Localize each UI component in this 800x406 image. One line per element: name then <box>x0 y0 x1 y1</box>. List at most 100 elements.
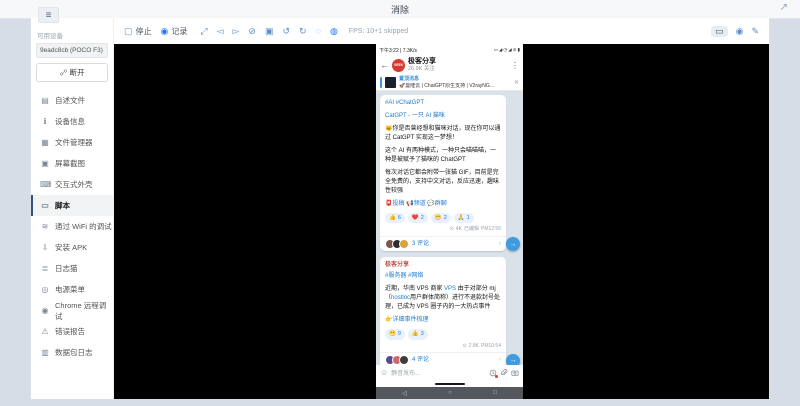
sidebar-item-4[interactable]: ⌨交互式外壳 <box>31 174 113 195</box>
rotate-right-icon[interactable]: ↻ <box>299 27 307 36</box>
reaction-pill[interactable]: 👍3 <box>408 329 428 339</box>
message-time: PM10:54 <box>481 343 501 351</box>
message-paragraph: #AI #ChatGPT <box>385 99 501 108</box>
fps-counter: FPS: 10+1 skipped <box>349 28 408 35</box>
sidebar-item-7[interactable]: ⇩安装 APK <box>31 237 113 258</box>
pinned-text-box: 置顶消息 🚀曼隆云 | ChatGPT原生支持 | V2rayNG… <box>399 76 511 89</box>
status-left-text: 下午3:22 | 7.3K/s <box>379 47 417 54</box>
nav-home-icon[interactable]: ○ <box>448 390 452 396</box>
reaction-pill[interactable]: ❤️2 <box>408 213 428 223</box>
external-link-icon[interactable]: ↗ <box>780 2 788 13</box>
sidebar: 可用设备 9eadc8cb (POCO F3) 断开 ▤自述文件ℹ设备信息▦文件… <box>31 18 114 399</box>
reaction-pill[interactable]: 🙏1 <box>454 213 474 223</box>
sidebar-item-label: 日志猫 <box>55 263 78 274</box>
screenshot-icon: ▣ <box>40 159 50 168</box>
disconnect-button[interactable]: 断开 <box>36 63 108 82</box>
rotate-left-icon[interactable]: ↺ <box>282 27 290 36</box>
device-select[interactable]: 9eadc8cb (POCO F3) <box>36 43 108 58</box>
sidebar-item-9[interactable]: ◎电源菜单 <box>31 279 113 300</box>
message-text: 近期，华南 VPS 商家 <box>385 286 444 292</box>
message-link[interactable]: #服务器 #网络 <box>385 273 423 279</box>
message-link[interactable]: 详细事件梳理 <box>392 317 428 323</box>
link-icon <box>60 69 67 76</box>
packet-log-icon: ▥ <box>40 348 50 357</box>
message-link[interactable]: hostloc <box>391 295 410 301</box>
sidebar-toggle-button[interactable]: ≡ <box>38 7 59 23</box>
sidebar-item-10[interactable]: ◉Chrome 远程调试 <box>31 300 113 321</box>
message-link[interactable]: CatGPT - 一只 AI 猫咪 <box>385 113 445 119</box>
reaction-pill[interactable]: 👍6 <box>385 213 405 223</box>
comments-footer[interactable]: 3 评论› <box>380 236 506 252</box>
toolbar-icon-group: ⤢ ◅ ▻ ⊘ ▣ ↺ ↻ ◌ ◍ <box>200 27 337 36</box>
display-mode-icon[interactable]: ▭ <box>711 26 728 37</box>
channel-title-box[interactable]: 极客分享 26.9K 关注 <box>408 58 508 73</box>
message-1: 极客分享#服务器 #网络近期，华南 VPS 商家 VPS 由于对部分 mj（ho… <box>380 257 519 365</box>
phone-screen[interactable]: 下午3:22 | 7.3K/s ▭◢◷◢⊘▮ ← GEEK 极客分享 26.9K… <box>376 44 523 399</box>
nav-back-icon[interactable]: ◁ <box>402 390 407 397</box>
battery-icon: ▮ <box>518 47 520 53</box>
torch-on-icon[interactable]: ◍ <box>330 27 338 36</box>
stop-icon: ▢ <box>124 27 133 36</box>
sidebar-item-3[interactable]: ▣屏幕截图 <box>31 153 113 174</box>
commenter-avatars <box>385 355 409 365</box>
back-icon[interactable]: ← <box>380 60 389 70</box>
stop-button[interactable]: ▢ 停止 <box>124 26 152 37</box>
sidebar-item-12[interactable]: ▥数据包日志 <box>31 342 113 363</box>
reaction-count: 2 <box>421 214 424 222</box>
message-paragraph: 🐱你是否曾经想和猫咪对话，现在你可以通过 CatGPT 实现这一梦想！ <box>385 125 501 143</box>
sidebar-item-2[interactable]: ▦文件管理器 <box>31 132 113 153</box>
record-toggle[interactable]: ◉ 记录 <box>161 26 188 37</box>
composer-placeholder[interactable]: 静音发布... <box>391 368 486 377</box>
sidebar-item-label: 电源菜单 <box>55 284 85 295</box>
vibrate-icon: ⊘ <box>513 47 517 53</box>
share-button[interactable]: → <box>506 354 520 366</box>
message-text: 每次对话它都会附带一张猫 GIF，目前是完全免费的，支持中文对话，反应迅速，趣味… <box>385 170 499 194</box>
sidebar-item-8[interactable]: ≣日志猫 <box>31 258 113 279</box>
pinned-close-icon[interactable]: ✕ <box>514 79 519 86</box>
channel-avatar[interactable]: GEEK <box>392 59 405 72</box>
message-time: PM12:56 <box>481 226 501 234</box>
screenshot-icon[interactable]: ▣ <box>265 27 274 36</box>
sidebar-item-label: 安装 APK <box>55 242 87 253</box>
nav-recents-icon[interactable]: □ <box>493 390 497 396</box>
composer-bar[interactable]: ☺ 静音发布... <box>376 365 523 380</box>
sidebar-item-5[interactable]: ▭脚本 <box>31 195 113 216</box>
sidebar-item-11[interactable]: ⚠错误报告 <box>31 321 113 342</box>
signal-icon: ◢ <box>508 47 511 53</box>
volume-up-icon[interactable]: ▻ <box>233 27 240 36</box>
reaction-pill[interactable]: 😁9 <box>385 329 405 339</box>
views-icon: ⊙ <box>450 226 454 234</box>
emoji-icon[interactable]: ☺ <box>380 368 388 377</box>
fullscreen-icon[interactable]: ⤢ <box>200 27 207 36</box>
mute-icon[interactable]: ⊘ <box>248 27 256 36</box>
message-channel-name: 极客分享 <box>385 261 501 270</box>
signal-icon: ◢ <box>499 47 502 53</box>
message-bubble[interactable]: #AI #ChatGPT CatGPT - 一只 AI 猫咪 🐱你是否曾经想和猫咪对… <box>380 95 506 251</box>
pencil-icon[interactable]: ✎ <box>751 27 759 36</box>
mirror-canvas: 下午3:22 | 7.3K/s ▭◢◷◢⊘▮ ← GEEK 极客分享 26.9K… <box>114 44 769 399</box>
kebab-menu-icon[interactable]: ⋮ <box>511 61 519 70</box>
gesture-bar[interactable] <box>435 383 465 385</box>
touch-mode-icon[interactable]: ◉ <box>736 27 744 36</box>
attach-icon[interactable] <box>500 369 508 377</box>
message-link[interactable]: #AI #ChatGPT <box>385 100 424 106</box>
pinned-thumbnail <box>385 77 396 88</box>
sidebar-item-1[interactable]: ℹ设备信息 <box>31 111 113 132</box>
share-button[interactable]: → <box>506 237 520 251</box>
message-bubble[interactable]: 极客分享#服务器 #网络近期，华南 VPS 商家 VPS 由于对部分 mj（ho… <box>380 257 506 365</box>
reactions-row: 👍6❤️2😁2🙏1 <box>385 213 501 223</box>
schedule-icon[interactable] <box>489 369 497 377</box>
message-link[interactable]: 💬群聊 <box>427 201 446 207</box>
sidebar-item-6[interactable]: ≋通过 WiFi 的调试 <box>31 216 113 237</box>
torch-off-icon[interactable]: ◌ <box>316 27 321 36</box>
message-link[interactable]: 📮投稿 <box>385 201 404 207</box>
sidebar-item-label: 自述文件 <box>55 95 85 106</box>
sidebar-item-0[interactable]: ▤自述文件 <box>31 90 113 111</box>
volume-down-icon[interactable]: ◅ <box>217 27 224 36</box>
pinned-message-bar[interactable]: 置顶消息 🚀曼隆云 | ChatGPT原生支持 | V2rayNG… ✕ <box>376 75 523 91</box>
comments-footer[interactable]: 4 评论› <box>380 352 506 365</box>
message-link[interactable]: VPS <box>444 286 456 292</box>
camera-icon[interactable] <box>511 369 519 377</box>
message-link[interactable]: 📢频道 <box>406 201 425 207</box>
reaction-pill[interactable]: 😁2 <box>431 213 451 223</box>
